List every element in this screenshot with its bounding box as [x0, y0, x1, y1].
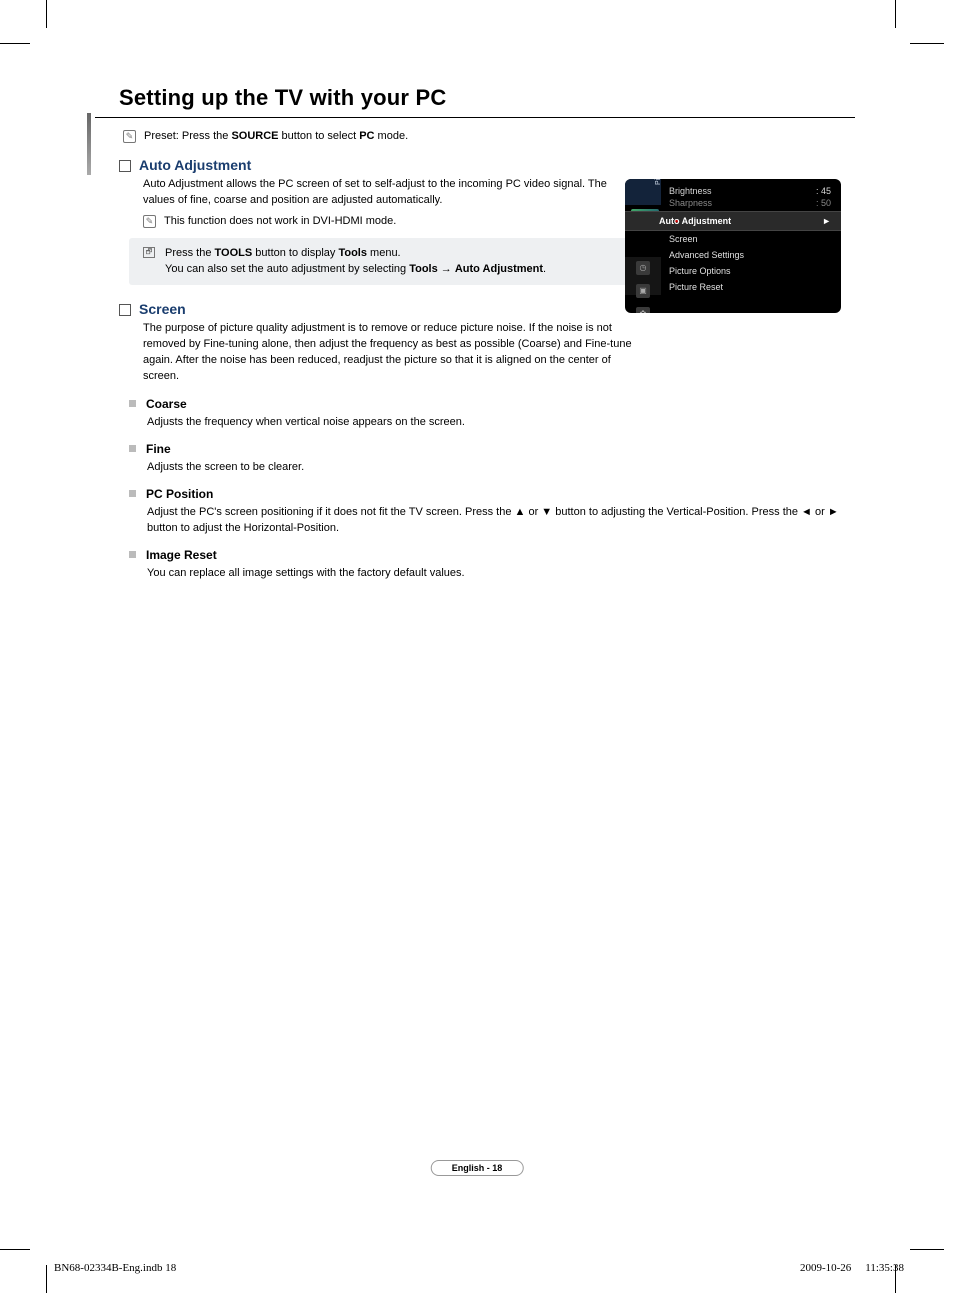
fine-label: Fine — [146, 442, 171, 456]
coarse-label: Coarse — [146, 397, 187, 411]
chevron-right-icon: ► — [822, 216, 831, 226]
bullet-icon — [129, 445, 136, 452]
bullet-icon — [129, 490, 136, 497]
clock-icon: ◷ — [636, 261, 650, 275]
crop-mark — [46, 0, 47, 28]
print-footer-date: 2009-10-26 — [800, 1262, 851, 1274]
tools-icon: 🗗 — [143, 247, 155, 258]
note-icon: ✎ — [143, 215, 156, 228]
page-title: Setting up the TV with your PC — [95, 85, 855, 111]
osd-brightness-row: Brightness: 45 — [669, 185, 831, 197]
preset-text: Preset: Press the SOURCE button to selec… — [144, 130, 408, 143]
print-footer-time: 11:35:38 — [865, 1262, 904, 1274]
osd-sidebar: ◷ ▣ ✿ ▤ ? — [625, 257, 661, 295]
osd-selected-row[interactable]: • Auto Adjustment ► — [625, 211, 841, 231]
input-icon: ▣ — [636, 284, 650, 298]
osd-item[interactable]: Screen — [625, 231, 841, 247]
crop-mark — [910, 43, 944, 44]
osd-panel: Picture Brightness: 45 Sharpness: 50 • A… — [625, 179, 841, 313]
crop-mark — [46, 1265, 47, 1293]
coarse-body: Adjusts the frequency when vertical nois… — [147, 415, 855, 430]
section-title-screen: Screen — [139, 301, 186, 317]
imgreset-label: Image Reset — [146, 548, 217, 562]
osd-tab-label: Picture — [655, 179, 662, 185]
page-footer-pill: English - 18 — [431, 1160, 524, 1176]
osd-sharpness-row: Sharpness: 50 — [669, 197, 831, 209]
tip-box: 🗗 Press the TOOLS button to display Tool… — [129, 238, 689, 285]
bullet-icon — [129, 400, 136, 407]
fine-body: Adjusts the screen to be clearer. — [147, 460, 855, 475]
title-accent — [87, 113, 91, 175]
auto-note: This function does not work in DVI-HDMI … — [164, 215, 396, 228]
crop-mark — [0, 1249, 30, 1250]
section-icon — [119, 304, 131, 316]
pcpos-label: PC Position — [146, 487, 213, 501]
crop-mark — [0, 43, 30, 44]
screen-body: The purpose of picture quality adjustmen… — [143, 321, 633, 385]
crop-mark — [910, 1249, 944, 1250]
auto-body: Auto Adjustment allows the PC screen of … — [143, 177, 623, 209]
print-footer: BN68-02334B-Eng.indb 18 2009-10-26 11:35… — [54, 1262, 904, 1274]
section-icon — [119, 160, 131, 172]
crop-mark — [895, 0, 896, 28]
print-footer-left: BN68-02334B-Eng.indb 18 — [54, 1262, 176, 1274]
pcpos-body: Adjust the PC's screen positioning if it… — [147, 505, 847, 536]
bullet-icon — [129, 551, 136, 558]
section-title-auto: Auto Adjustment — [139, 157, 251, 173]
note-icon: ✎ — [123, 130, 136, 143]
imgreset-body: You can replace all image settings with … — [147, 566, 855, 581]
gear-icon: ✿ — [636, 307, 650, 313]
